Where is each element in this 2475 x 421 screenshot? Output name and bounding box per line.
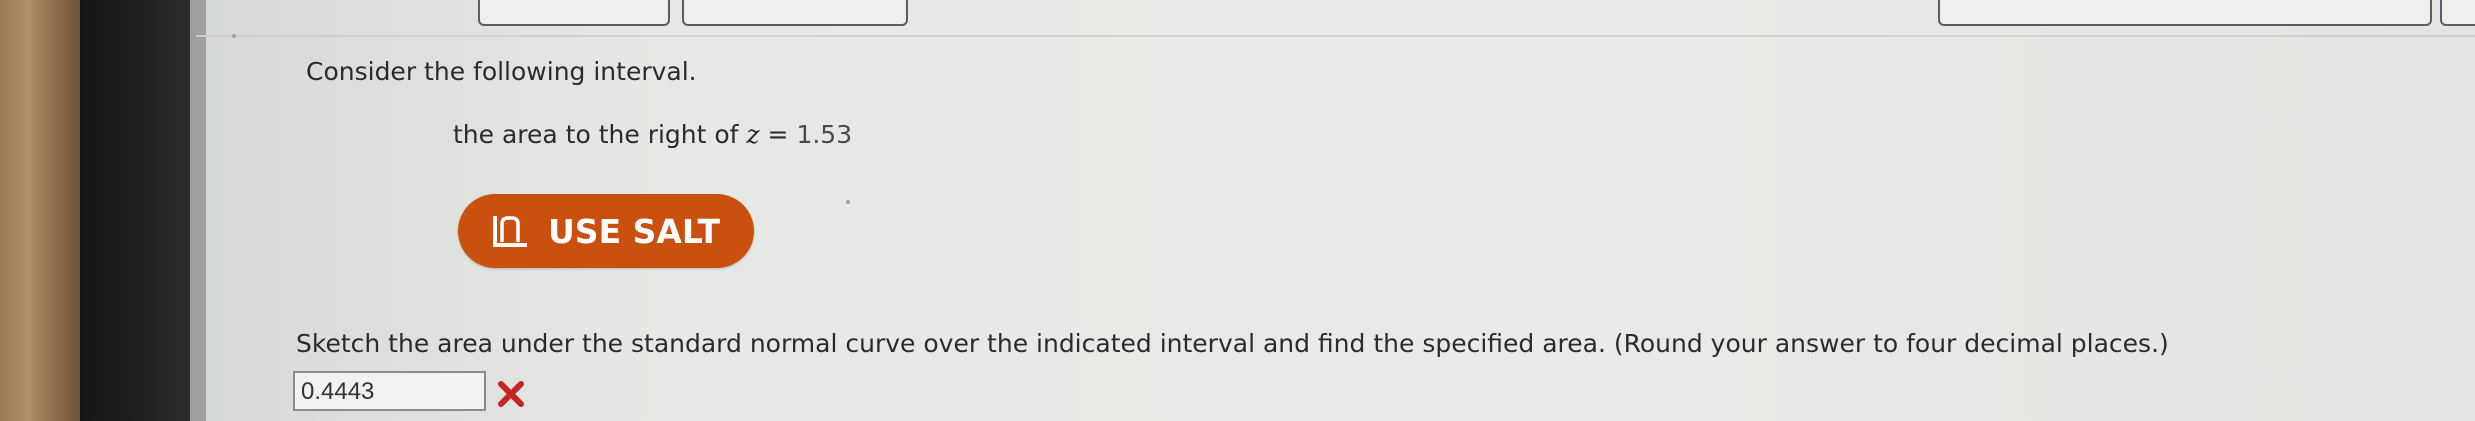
- previous-answer-field[interactable]: [478, 0, 670, 26]
- use-salt-label: USE SALT: [548, 211, 720, 251]
- x-mark-icon: [498, 381, 524, 407]
- question-intro: Consider the following interval.: [306, 57, 697, 86]
- screen-speck: [232, 34, 236, 38]
- salt-distribution-icon: [492, 214, 530, 248]
- equals-sign: =: [759, 120, 797, 149]
- interval-statement: the area to the right of z = 1.53: [453, 120, 852, 149]
- section-divider: [196, 35, 2475, 37]
- instructions-text: Sketch the area under the standard norma…: [296, 329, 2169, 358]
- answer-input[interactable]: 0.4443: [293, 371, 486, 411]
- use-salt-button[interactable]: USE SALT: [458, 194, 754, 268]
- screen-speck: [846, 200, 850, 204]
- interval-text: the area to the right of: [453, 120, 747, 149]
- monitor-bezel-wood: [0, 0, 80, 421]
- z-variable: z: [746, 120, 760, 149]
- previous-answer-field[interactable]: [1938, 0, 2432, 26]
- previous-answer-field[interactable]: [2440, 0, 2475, 26]
- monitor-bezel-edge: [190, 0, 206, 421]
- monitor-bezel-black: [80, 0, 190, 421]
- z-value: 1.53: [796, 120, 853, 149]
- previous-answer-field[interactable]: [682, 0, 908, 26]
